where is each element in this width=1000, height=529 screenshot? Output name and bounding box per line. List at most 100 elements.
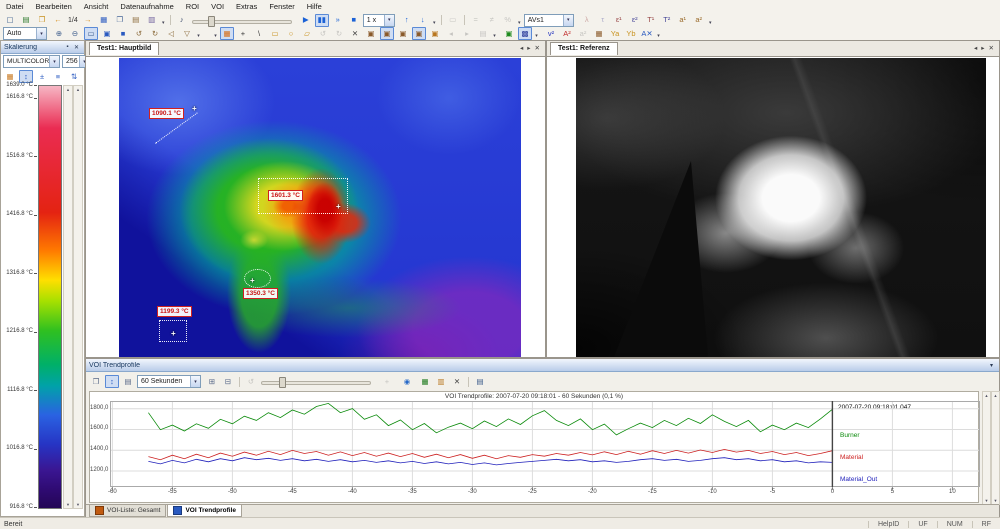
chart-scrollbar-1[interactable]: ▲ ▼ — [982, 391, 991, 505]
play-icon[interactable]: ▶ — [299, 14, 313, 27]
trend-plot[interactable] — [110, 401, 980, 493]
zoom-time-out-icon[interactable]: ⊟ — [221, 375, 235, 388]
ellipse-roi-icon[interactable]: ○ — [284, 27, 298, 40]
zoom-time-in-icon[interactable]: ⊞ — [205, 375, 219, 388]
arrow-up-icon[interactable]: ▲ — [74, 87, 82, 92]
emissivity-1-icon[interactable]: ε¹ — [612, 14, 626, 27]
copy-roi-icon[interactable]: ▣ — [364, 27, 378, 40]
rotate-left-icon[interactable]: ↺ — [132, 27, 146, 40]
span-icon[interactable]: ≡ — [51, 70, 65, 83]
toolbar-overflow-icon[interactable]: ▾ — [195, 28, 202, 39]
history-slider[interactable] — [261, 376, 371, 387]
toolbar-overflow-icon[interactable]: ▾ — [491, 28, 498, 39]
profile-settings-icon[interactable]: ▤ — [121, 375, 135, 388]
open-icon[interactable]: ❐ — [35, 14, 49, 27]
step-down-icon[interactable]: ↓ — [416, 14, 430, 27]
delete-roi-icon[interactable]: ✕ — [348, 27, 362, 40]
chevron-down-icon[interactable]: ▾ — [36, 28, 46, 39]
close-icon[interactable]: ✕ — [72, 44, 81, 51]
temperature-label[interactable]: 1199.3 °C — [157, 306, 192, 317]
close-view-icon[interactable]: ✕ — [987, 45, 996, 52]
voi-new-icon[interactable]: ▣ — [502, 27, 516, 40]
zoom-in-icon[interactable]: ⊕ — [52, 27, 66, 40]
import-roi-icon[interactable]: ▣ — [396, 27, 410, 40]
clear-voi-icon[interactable]: A✕ — [640, 27, 654, 40]
close-view-icon[interactable]: ✕ — [533, 45, 542, 52]
fast-forward-icon[interactable]: » — [331, 14, 345, 27]
print-icon[interactable]: ▤ — [473, 375, 487, 388]
speaker-icon[interactable]: ♪ — [175, 14, 189, 27]
menu-datenaufnahme[interactable]: Datenaufnahme — [114, 1, 179, 12]
arrow-down-icon[interactable]: ▼ — [983, 498, 990, 503]
emissivity-2-icon[interactable]: ε² — [628, 14, 642, 27]
tab-voi-liste-gesamt[interactable]: VOI-Liste: Gesamt — [89, 505, 166, 517]
palette-icon[interactable]: ▦ — [220, 27, 234, 40]
rect-roi-icon[interactable]: ▭ — [268, 27, 282, 40]
interval-combo[interactable]: 60 Sekunden▾ — [137, 375, 201, 388]
toolbar-overflow-icon[interactable]: ▾ — [431, 15, 438, 26]
step-up-icon[interactable]: ↑ — [400, 14, 414, 27]
copy-icon[interactable]: ❐ — [113, 14, 127, 27]
menu-roi[interactable]: ROI — [180, 1, 205, 12]
playback-position-slider[interactable] — [192, 15, 292, 26]
voi-select-icon[interactable]: ❐ — [89, 375, 103, 388]
arrow-down-icon[interactable]: ▼ — [64, 502, 72, 507]
history-slider-thumb[interactable] — [279, 377, 286, 388]
arrow-up-icon[interactable]: ▲ — [64, 87, 72, 92]
reference-image[interactable] — [576, 58, 986, 357]
rotate-right-icon[interactable]: ↻ — [148, 27, 162, 40]
arrow-down-icon[interactable]: ▼ — [74, 502, 82, 507]
alpha-1-icon[interactable]: a¹ — [676, 14, 690, 27]
export-excel-icon[interactable]: ▦ — [418, 375, 432, 388]
zoom-out-icon[interactable]: ⊖ — [68, 27, 82, 40]
chart-scrollbar-2[interactable]: ▲ ▼ — [991, 391, 1000, 505]
area-display-icon[interactable]: A² — [560, 27, 574, 40]
autoscale-y-icon[interactable]: ↕ — [105, 375, 119, 388]
temp-range-2-icon[interactable]: T² — [660, 14, 674, 27]
menu-bearbeiten[interactable]: Bearbeiten — [30, 1, 78, 12]
toolbar-overflow-icon[interactable]: ▾ — [212, 28, 219, 39]
trend-b-icon[interactable]: Yb — [624, 27, 638, 40]
chevron-down-icon[interactable]: ▾ — [49, 56, 59, 67]
toolbar-overflow-icon[interactable]: ▾ — [516, 15, 523, 26]
panel-menu-icon[interactable]: ▾ — [987, 362, 996, 369]
export-roi-icon[interactable]: ▣ — [412, 27, 426, 40]
playback-position-slider-thumb[interactable] — [208, 16, 215, 27]
tab-scroll-right-icon[interactable]: ▸ — [979, 45, 986, 52]
stop-icon[interactable]: ■ — [347, 14, 361, 27]
show-values-icon[interactable]: ◉ — [400, 375, 414, 388]
tab-voi-trendprofile[interactable]: VOI Trendprofile — [167, 505, 242, 517]
clear-chart-icon[interactable]: ✕ — [450, 375, 464, 388]
voi-table-icon[interactable]: ▦ — [592, 27, 606, 40]
menu-hilfe[interactable]: Hilfe — [301, 1, 328, 12]
menu-extras[interactable]: Extras — [230, 1, 263, 12]
trend-a-icon[interactable]: Ya — [608, 27, 622, 40]
menu-datei[interactable]: Datei — [0, 1, 30, 12]
menu-voi[interactable]: VOI — [205, 1, 230, 12]
arrow-down-icon[interactable]: ▼ — [992, 498, 999, 503]
new-file-icon[interactable]: ▢ — [3, 14, 17, 27]
add-point-icon[interactable]: + — [236, 27, 250, 40]
chevron-down-icon[interactable]: ▾ — [563, 15, 573, 26]
tab-hauptbild[interactable]: Test1: Hauptbild — [89, 42, 159, 55]
save-icon[interactable]: ▦ — [97, 14, 111, 27]
scale-max-scrollbar[interactable]: ▲ ▼ — [63, 85, 73, 509]
flip-vertical-icon[interactable]: ▽ — [180, 27, 194, 40]
toolbar-overflow-icon[interactable]: ▾ — [160, 15, 167, 26]
zoom-window-icon[interactable]: ▣ — [100, 27, 114, 40]
temperature-label[interactable]: 1350.3 °C — [243, 288, 278, 299]
full-image-icon[interactable]: ■ — [116, 27, 130, 40]
temp-range-1-icon[interactable]: T¹ — [644, 14, 658, 27]
toolbar-overflow-icon[interactable]: ▾ — [655, 28, 662, 39]
color-scale-bar[interactable] — [38, 85, 62, 509]
pause-icon[interactable]: ▮▮ — [315, 14, 329, 27]
export-image-icon[interactable]: ▤ — [129, 14, 143, 27]
export-data-icon[interactable]: ▥ — [145, 14, 159, 27]
toolbar-overflow-icon[interactable]: ▾ — [707, 15, 714, 26]
tab-referenz[interactable]: Test1: Referenz — [550, 42, 618, 55]
alpha-2-icon[interactable]: a² — [692, 14, 706, 27]
polygon-roi-icon[interactable]: ▱ — [300, 27, 314, 40]
playback-speed-combo[interactable]: 1 x▾ — [363, 14, 395, 27]
next-frame-icon[interactable]: → — [81, 14, 95, 27]
tab-scroll-right-icon[interactable]: ▸ — [525, 45, 532, 52]
